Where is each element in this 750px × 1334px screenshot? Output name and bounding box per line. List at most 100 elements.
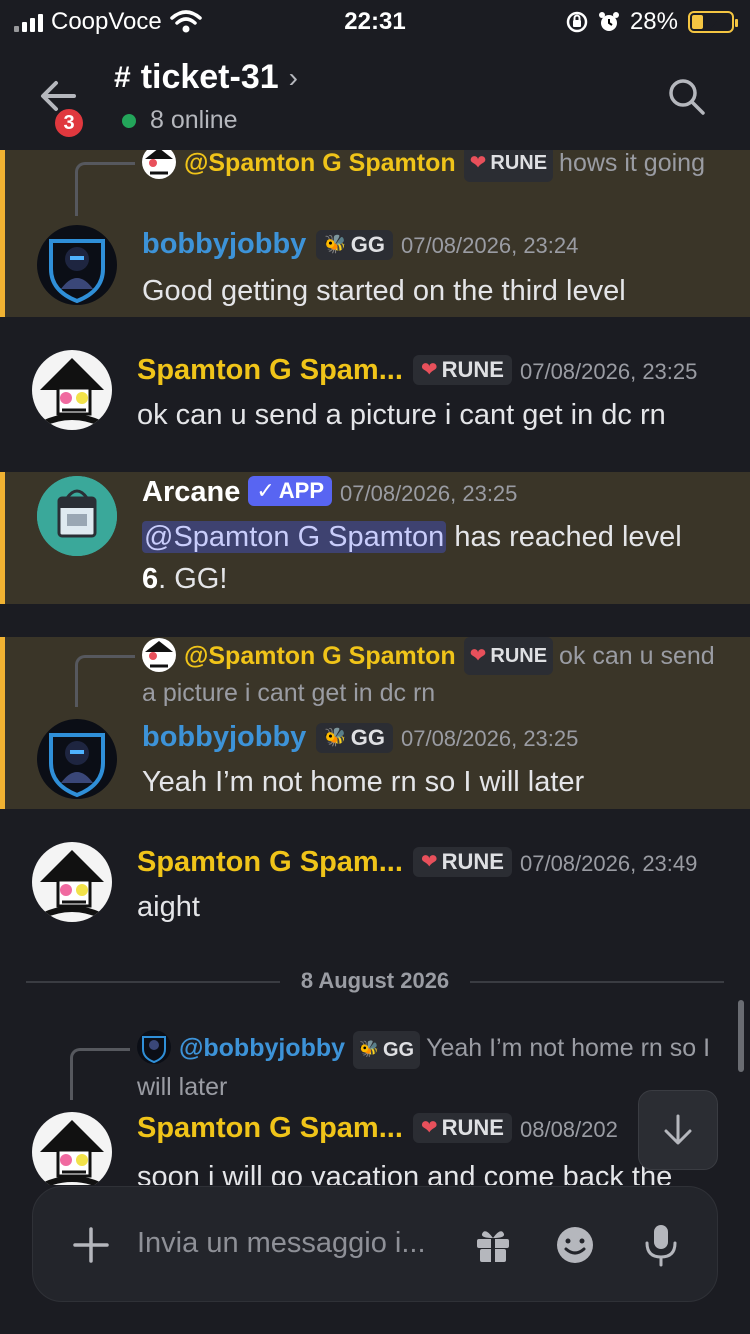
scrollbar[interactable] [738,1000,744,1072]
role-tag: ❤ RUNE [412,1112,512,1143]
chevron-right-icon: › [288,61,298,93]
reply-author[interactable]: @Spamton G Spamton [184,642,456,670]
plus-icon[interactable] [71,1225,111,1265]
text-part: has reached level [446,521,682,553]
avatar[interactable] [32,1112,112,1185]
reply-text: hows it going [559,150,705,177]
author-name[interactable]: Arcane [142,476,240,508]
role-tag-label: GG [382,1039,415,1061]
text-part: . GG! [158,563,228,595]
jump-to-present-button[interactable] [638,1090,718,1170]
status-bar: CoopVoce 22:31 28% [0,0,750,44]
role-tag: ❤ RUNE [412,354,512,385]
user-mention[interactable]: @Spamton G Spamton [142,521,447,553]
reply-preview[interactable]: @Spamton G Spamton ❤ RUNE ok can u send a p… [142,637,720,711]
message-header: Spamton G Spam... ❤ RUNE 08/08/202 [137,1112,618,1145]
online-dot-icon [122,113,136,128]
timestamp: 07/08/2026, 23:25 [340,481,518,506]
role-tag-label: GG [350,231,385,257]
role-tag-label: RUNE [441,1114,504,1140]
role-tag-label: GG [350,724,385,750]
search-icon[interactable] [666,76,706,116]
message-item[interactable]: Spamton G Spam... ❤ RUNE 07/08/2026, 23:25 … [0,350,750,470]
channel-title[interactable]: # ticket-31 › [114,58,298,97]
avatar[interactable] [32,842,112,922]
online-status: 8 online [122,106,238,135]
bee-icon: 🐝 [324,234,347,254]
message-header: Spamton G Spam... ❤ RUNE 07/08/2026, 23:25 [137,354,697,387]
role-tag-label: RUNE [441,848,504,874]
message-composer: Invia un messaggio i... [32,1186,718,1302]
timestamp: 07/08/2026, 23:25 [519,359,698,384]
message-header: bobbyjobby 🐝 GG 07/08/2026, 23:24 [142,228,578,261]
timestamp: 08/08/202 [519,1117,618,1142]
heart-icon: ❤ [420,851,438,873]
channel-name: ticket-31 [140,58,279,96]
reply-avatar [137,1030,171,1064]
role-tag-label: RUNE [490,645,548,667]
app-badge-label: APP [278,478,325,503]
role-tag: ❤ RUNE [412,846,512,877]
role-tag: 🐝 GG [316,229,393,260]
author-name[interactable]: bobbyjobby [142,228,306,260]
reply-preview[interactable]: @Spamton G Spamton ❤ RUNE hows it going [142,150,720,182]
arrow-down-icon [664,1114,692,1145]
message-text: Yeah I’m not home rn so I will later [142,766,585,798]
role-tag: ❤ RUNE [463,150,554,182]
level-number: 6 [142,563,159,595]
microphone-icon[interactable] [641,1223,681,1267]
author-name[interactable]: Spamton G Spam... [137,354,403,386]
heart-icon: ❤ [469,645,487,667]
author-name[interactable]: Spamton G Spam... [137,1112,403,1144]
reply-author[interactable]: @Spamton G Spamton [184,150,456,177]
role-tag: 🐝 GG [316,722,393,753]
heart-icon: ❤ [469,152,487,174]
timestamp: 07/08/2026, 23:24 [400,233,579,258]
heart-icon: ❤ [420,1117,438,1139]
message-item[interactable]: Arcane ✓ APP 07/08/2026, 23:25 @Spamton G S… [0,472,750,604]
role-tag: ❤ RUNE [463,637,554,675]
reply-avatar [142,638,176,672]
date-divider: 8 August 2026 [26,962,724,1002]
date-divider-label: 8 August 2026 [300,968,450,993]
message-item[interactable]: Spamton G Spam... ❤ RUNE 07/08/2026, 23:49 … [0,842,750,942]
emoji-icon[interactable] [555,1225,595,1265]
orientation-lock-icon [566,11,588,33]
message-item[interactable]: @Spamton G Spamton ❤ RUNE hows it going bob… [0,150,750,317]
channel-header: 3 # ticket-31 › 8 online [0,44,750,150]
app-badge: ✓ APP [248,476,333,506]
avatar[interactable] [37,719,117,799]
message-list[interactable]: @Spamton G Spamton ❤ RUNE hows it going bob… [0,150,750,1185]
gift-icon[interactable] [473,1225,513,1265]
timestamp: 07/08/2026, 23:49 [519,851,698,876]
message-text: ok can u send a picture i cant get in dc… [137,399,666,431]
message-text: soon i will go vacation and come back th… [137,1161,673,1185]
bee-icon: 🐝 [359,1041,379,1058]
online-count: 8 online [150,106,238,134]
avatar[interactable] [37,225,117,305]
unread-badge: 3 [52,106,86,140]
status-right: 28% [566,8,738,36]
author-name[interactable]: Spamton G Spam... [137,846,403,878]
heart-icon: ❤ [420,359,438,381]
reply-connector [75,162,135,216]
role-tag: 🐝 GG [353,1031,421,1069]
message-item[interactable]: @Spamton G Spamton ❤ RUNE ok can u send a p… [0,637,750,809]
author-name[interactable]: bobbyjobby [142,721,306,753]
avatar[interactable] [37,476,117,556]
message-input[interactable]: Invia un messaggio i... [137,1227,426,1260]
role-tag-label: RUNE [441,356,504,382]
alarm-icon [598,12,619,31]
avatar[interactable] [32,350,112,430]
reply-connector [70,1048,130,1100]
reply-avatar [142,150,176,179]
reply-connector [75,655,135,707]
message-header: bobbyjobby 🐝 GG 07/08/2026, 23:25 [142,721,578,754]
reply-preview[interactable]: @bobbyjobby 🐝 GG Yeah I’m not home rn so I … [137,1030,720,1105]
checkmark-icon: ✓ [256,478,275,503]
battery-percent: 28% [629,8,678,35]
message-text: Good getting started on the third level [142,275,626,307]
message-text: @Spamton G Spamton has reached level 6. G… [142,516,720,600]
battery-icon [688,11,738,33]
reply-author[interactable]: @bobbyjobby [179,1034,345,1062]
